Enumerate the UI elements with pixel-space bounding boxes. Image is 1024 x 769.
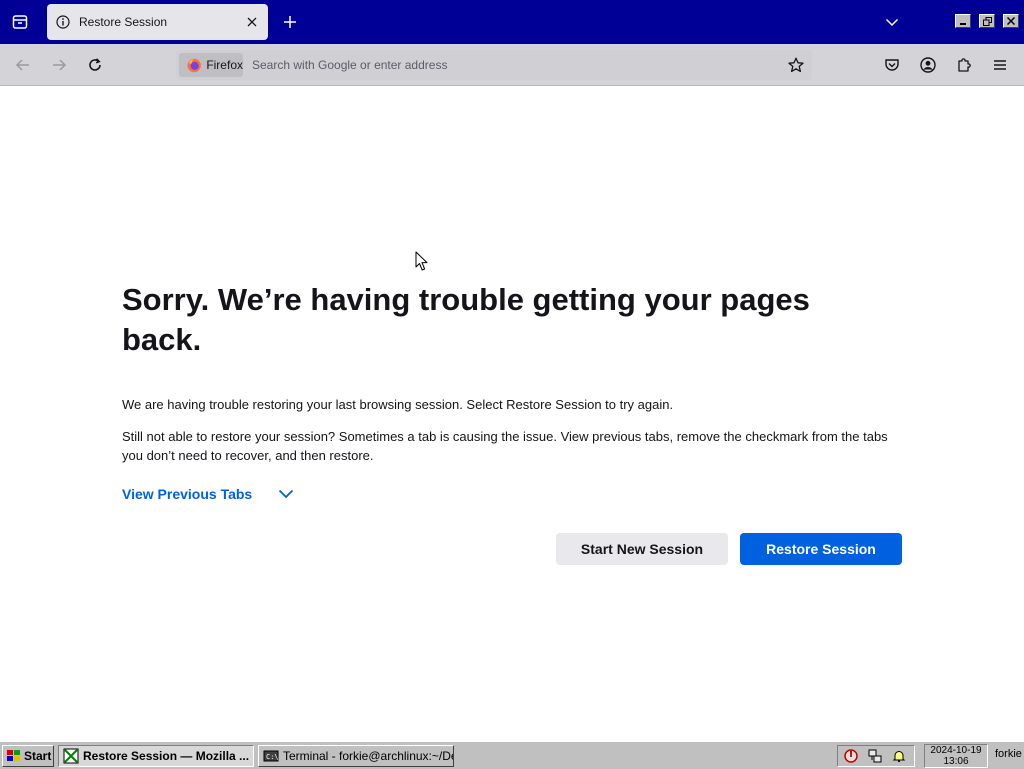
taskbar-clock[interactable]: 2024-10-19 13:06 [924,744,988,768]
back-button[interactable] [8,50,38,80]
minimize-button[interactable] [955,14,971,28]
bell-icon [892,751,906,763]
puzzle-piece-icon [958,58,971,72]
firefox-window-icon [63,748,79,764]
bookmark-star-button[interactable] [786,55,806,75]
start-button[interactable]: Start [2,745,54,767]
taskbar: Start Restore Session — Mozilla ... C:\ … [0,741,1024,769]
app-menu-button[interactable] [985,50,1015,80]
account-button[interactable] [913,50,943,80]
url-input[interactable] [252,55,752,75]
identity-box[interactable]: Firefox [179,53,243,77]
close-tab-button[interactable] [242,12,262,32]
page-title: Sorry. We’re having trouble getting your… [122,282,810,357]
navigation-toolbar: Firefox [0,44,1024,86]
star-icon [788,57,804,73]
chevron-down-icon [885,18,899,27]
start-new-session-button[interactable]: Start New Session [556,533,728,565]
terminal-icon: C:\ [263,750,279,762]
tab-restore-session[interactable]: Restore Session [47,4,268,40]
pocket-icon [885,59,899,71]
close-icon [247,17,257,27]
tray-notifications-icon[interactable] [888,746,910,766]
close-icon [1007,17,1015,25]
firefox-view-icon [12,15,28,29]
page-content: Sorry. We’re having trouble getting your… [0,86,1024,741]
start-label: Start [24,749,52,763]
arrow-left-icon [15,59,29,71]
tab-strip: Restore Session [0,0,1024,44]
address-bar[interactable]: Firefox [176,50,812,80]
power-icon [844,749,858,763]
minimize-icon [960,23,966,25]
info-icon [55,14,71,30]
tab-label: Restore Session [79,15,168,29]
extensions-button[interactable] [949,50,979,80]
view-previous-tabs-toggle[interactable]: View Previous Tabs [122,484,296,504]
mouse-cursor-icon [415,251,428,271]
new-tab-button[interactable] [274,6,306,38]
user-label: forkie [995,748,1022,760]
maximize-button[interactable] [979,14,995,28]
svg-text:C:\: C:\ [266,753,279,761]
plus-icon [284,16,296,28]
taskbar-item-label: Restore Session — Mozilla ... [83,749,250,763]
taskbar-item-terminal[interactable]: C:\ Terminal - forkie@archlinux:~/De... [258,745,454,767]
view-previous-tabs-label: View Previous Tabs [122,486,253,502]
hamburger-menu-icon [994,60,1006,70]
identity-label: Firefox [206,58,243,72]
forward-button[interactable] [44,50,74,80]
clock-date: 2024-10-19 [930,745,982,756]
start-logo-icon [7,750,20,761]
close-window-button[interactable] [1003,14,1019,28]
restore-session-button[interactable]: Restore Session [740,533,902,565]
reload-button[interactable] [80,50,110,80]
tray-network-icon[interactable] [864,746,886,766]
firefox-logo-icon [187,58,201,72]
error-message: We are having trouble restoring your las… [122,397,674,412]
taskbar-item-label: Terminal - forkie@archlinux:~/De... [283,749,454,763]
system-tray [837,745,915,767]
restore-down-icon [982,16,992,26]
taskbar-item-firefox[interactable]: Restore Session — Mozilla ... [58,745,254,767]
network-icon [868,749,882,763]
firefox-view-button[interactable] [4,6,36,38]
pocket-button[interactable] [877,50,907,80]
arrow-right-icon [53,59,67,71]
error-hint: Still not able to restore your session? … [122,429,888,463]
clock-time: 13:06 [943,756,969,767]
tray-app-icon[interactable] [840,746,862,766]
list-all-tabs-button[interactable] [876,6,908,38]
account-icon [920,57,936,73]
chevron-down-icon [276,484,296,504]
reload-icon [89,58,101,71]
